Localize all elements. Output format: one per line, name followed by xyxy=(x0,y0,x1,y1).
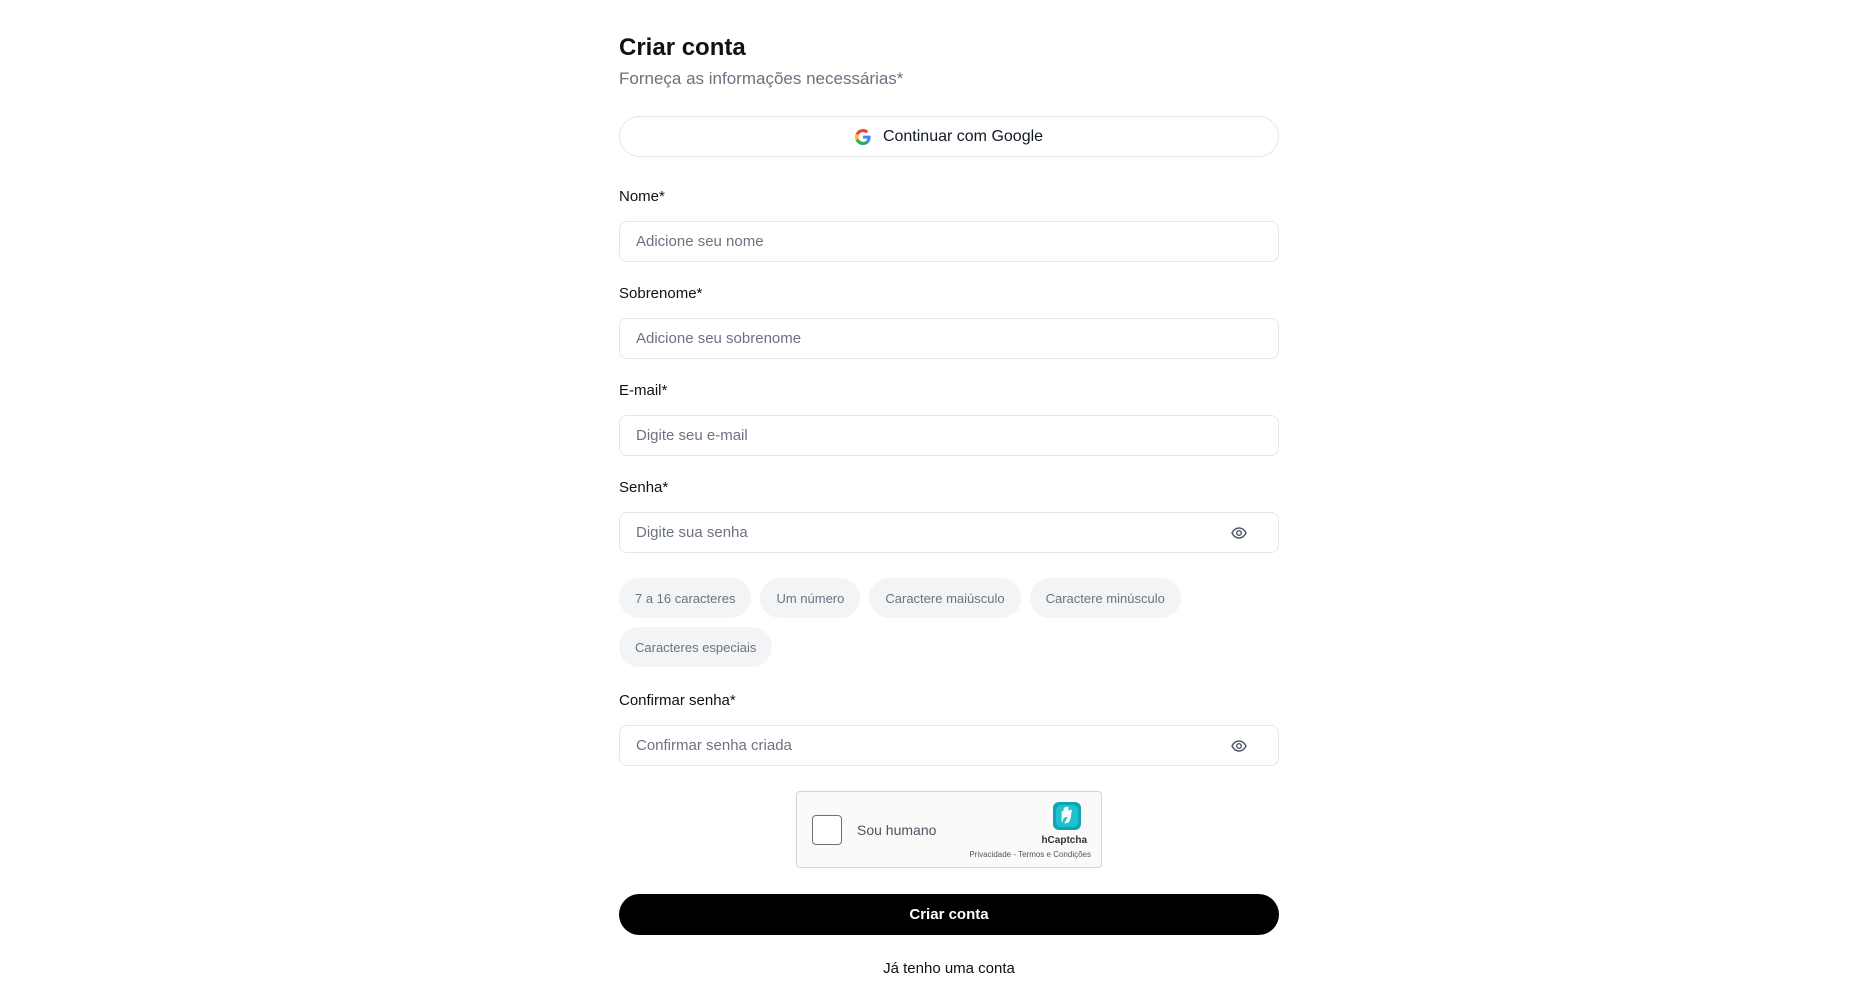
google-button-label: Continuar com Google xyxy=(882,127,1044,145)
email-input[interactable] xyxy=(620,416,1278,455)
google-signin-button[interactable]: Continuar com Google xyxy=(619,116,1279,157)
first-name-input[interactable] xyxy=(620,222,1278,261)
eye-icon[interactable] xyxy=(1230,526,1248,540)
rule-chip-number: Um número xyxy=(760,578,861,618)
captcha-brand: hCaptcha xyxy=(1041,835,1087,846)
first-name-label: Nome* xyxy=(619,188,665,205)
login-link[interactable]: Já tenho uma conta xyxy=(619,960,1279,977)
last-name-label: Sobrenome* xyxy=(619,285,703,302)
last-name-group: Sobrenome* xyxy=(619,285,1279,359)
confirm-password-wrapper xyxy=(619,725,1279,766)
google-icon xyxy=(854,128,871,145)
first-name-wrapper xyxy=(619,221,1279,262)
hcaptcha-widget: Sou humano hCaptcha Privacidade - Termos… xyxy=(796,791,1102,868)
captcha-checkbox[interactable] xyxy=(812,814,842,845)
create-account-button[interactable]: Criar conta xyxy=(619,894,1279,935)
rule-chip-uppercase: Caractere maiúsculo xyxy=(869,578,1021,618)
page-subtitle: Forneça as informações necessárias* xyxy=(619,69,904,88)
page-title: Criar conta xyxy=(619,34,746,61)
eye-icon[interactable] xyxy=(1230,739,1248,753)
last-name-input[interactable] xyxy=(620,319,1278,358)
password-group: Senha* xyxy=(619,479,1279,553)
email-label: E-mail* xyxy=(619,382,668,399)
hcaptcha-logo-icon xyxy=(1051,800,1083,832)
last-name-wrapper xyxy=(619,318,1279,359)
rule-chip-length: 7 a 16 caracteres xyxy=(619,578,752,618)
confirm-password-group: Confirmar senha* xyxy=(619,692,1279,766)
signup-form: Criar conta Forneça as informações neces… xyxy=(619,34,1279,977)
rule-chip-lowercase: Caractere minúsculo xyxy=(1029,578,1181,618)
password-input[interactable] xyxy=(620,513,1278,552)
captcha-label: Sou humano xyxy=(857,821,937,838)
email-group: E-mail* xyxy=(619,382,1279,456)
confirm-password-label: Confirmar senha* xyxy=(619,692,736,709)
password-rules: 7 a 16 caracteres Um número Caractere ma… xyxy=(619,578,1279,667)
first-name-group: Nome* xyxy=(619,188,1279,262)
email-wrapper xyxy=(619,415,1279,456)
rule-chip-special: Caracteres especiais xyxy=(619,627,773,667)
captcha-links[interactable]: Privacidade - Termos e Condições xyxy=(969,850,1091,859)
password-wrapper xyxy=(619,512,1279,553)
confirm-password-input[interactable] xyxy=(620,726,1278,765)
password-label: Senha* xyxy=(619,479,669,496)
